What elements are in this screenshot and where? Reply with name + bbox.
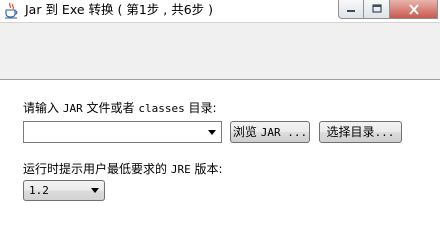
jar-prompt-middle: 文件或者 xyxy=(82,101,139,115)
jar-prompt-prefix: 请输入 xyxy=(23,101,63,115)
wizard-content: 请输入 JAR 文件或者 classes 目录: 浏览 JAR ... 选择目录… xyxy=(0,81,440,247)
jar-path-combobox[interactable] xyxy=(23,121,222,143)
chevron-down-icon[interactable] xyxy=(205,125,219,139)
close-icon xyxy=(408,3,419,15)
chevron-down-icon xyxy=(91,188,99,193)
title-bar[interactable]: Jar 到 Exe 转换 ( 第1步 , 共6步 ) xyxy=(0,0,440,22)
browse-jar-button[interactable]: 浏览 JAR ... xyxy=(230,121,310,143)
jre-version-value: 1.2 xyxy=(29,184,49,197)
browse-jar-mono: JAR ... xyxy=(260,126,308,139)
jar-prompt-jar: JAR xyxy=(62,102,83,115)
jre-prompt-jre: JRE xyxy=(170,163,191,176)
window-title: Jar 到 Exe 转换 ( 第1步 , 共6步 ) xyxy=(25,2,214,17)
jre-prompt-prefix: 运行时提示用户最低要求的 xyxy=(23,162,171,176)
jar-prompt-suffix: 目录: xyxy=(184,101,217,115)
browse-jar-label: 浏览 xyxy=(232,125,261,139)
minimize-button[interactable] xyxy=(338,0,364,19)
maximize-icon xyxy=(371,4,382,13)
java-cup-icon xyxy=(5,2,18,19)
jar-prompt-label: 请输入 JAR 文件或者 classes 目录: xyxy=(23,101,217,116)
select-dir-label: 选择目录 xyxy=(326,125,375,139)
wizard-header xyxy=(0,22,440,79)
jre-prompt-suffix: 版本: xyxy=(190,162,223,176)
select-directory-button[interactable]: 选择目录... xyxy=(319,121,402,143)
minimize-icon xyxy=(347,10,355,12)
jre-prompt-label: 运行时提示用户最低要求的 JRE 版本: xyxy=(23,162,223,177)
jar-path-input[interactable] xyxy=(26,123,204,141)
maximize-button[interactable] xyxy=(364,0,390,19)
close-button[interactable] xyxy=(390,0,438,19)
jar-prompt-classes: classes xyxy=(138,102,185,115)
select-dir-mono: ... xyxy=(374,126,395,139)
jre-version-select[interactable]: 1.2 xyxy=(23,180,105,201)
window-controls xyxy=(338,0,440,20)
